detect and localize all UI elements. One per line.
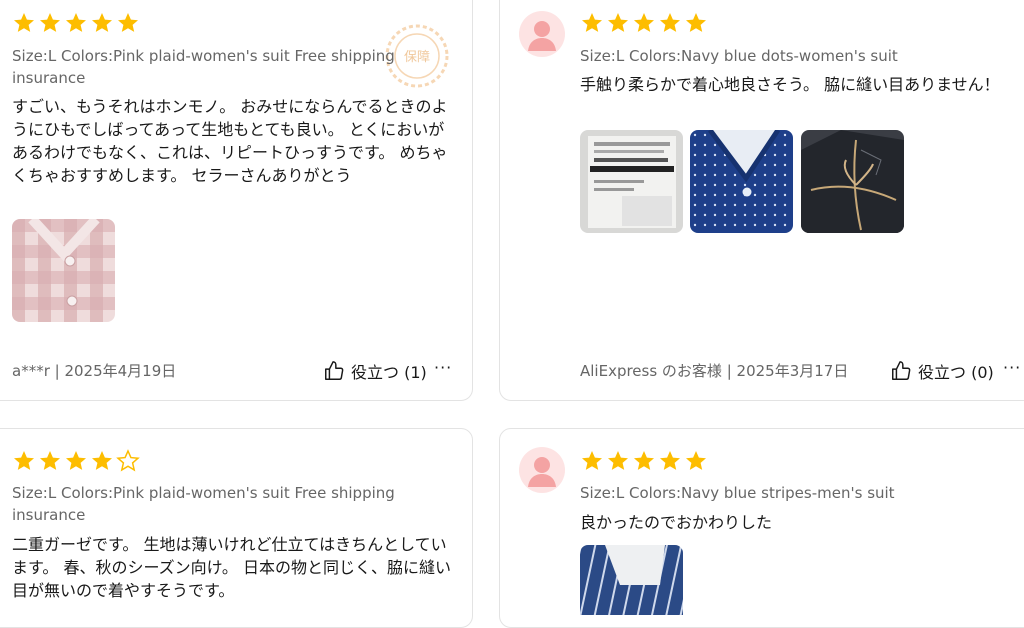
review-card: 保障 Size:L Colors:Pink plaid-women's suit… <box>0 0 473 401</box>
star-icon <box>118 13 138 32</box>
star-icon <box>660 451 680 470</box>
review-date: 2025年3月17日 <box>736 362 849 380</box>
star-icon <box>14 13 34 32</box>
star-icon <box>660 13 680 32</box>
more-icon[interactable]: ··· <box>434 358 452 377</box>
rating-stars <box>580 11 708 35</box>
navy-stripes-photo <box>580 545 683 615</box>
thumbs-up-icon <box>325 361 344 380</box>
variant-info: Size:L Colors:Navy blue dots-women's sui… <box>580 47 898 65</box>
star-icon <box>582 13 602 32</box>
star-icon <box>66 451 86 470</box>
helpful-button[interactable]: 役立つ (0) <box>890 359 994 383</box>
user-avatar-icon <box>519 11 565 57</box>
helpful-button[interactable]: 役立つ (1) <box>323 359 427 383</box>
review-text: 二重ガーゼです。 生地は薄いけれど仕立てはきちんとしています。 春、秋のシーズン… <box>12 535 451 600</box>
review-card: Size:L Colors:Navy blue stripes-men's su… <box>499 428 1024 628</box>
star-icon <box>634 13 654 32</box>
package-label-photo <box>580 130 683 233</box>
review-photo[interactable] <box>580 545 683 615</box>
pink-plaid-photo <box>12 219 115 322</box>
star-icon <box>686 13 706 32</box>
author-name: AliExpress のお客様 <box>580 362 722 380</box>
review-photo[interactable] <box>12 219 115 322</box>
review-meta: a***r | 2025年4月19日 <box>12 362 177 380</box>
helpful-label: 役立つ (0) <box>918 363 994 382</box>
star-icon <box>14 451 34 470</box>
review-date: 2025年4月19日 <box>64 362 177 380</box>
review-text: すごい、もうそれはホンモノ。 おみせにならんでるときのようにひもでしばってあって… <box>12 97 448 185</box>
star-outline-icon <box>116 449 140 472</box>
star-icon <box>686 451 706 470</box>
helpful-label: 役立つ (1) <box>351 363 427 382</box>
author-name: a***r <box>12 362 50 380</box>
variant-info: Size:L Colors:Navy blue stripes-men's su… <box>580 484 895 502</box>
star-icon <box>582 451 602 470</box>
rating-stars <box>12 449 140 473</box>
user-avatar-icon <box>519 447 565 493</box>
star-icon <box>40 13 60 32</box>
star-icon <box>608 13 628 32</box>
review-card: Size:L Colors:Pink plaid-women's suit Fr… <box>0 428 473 628</box>
review-text: 手触り柔らかで着心地良さそう。 脇に縫い目ありません！ <box>580 75 1000 94</box>
star-icon <box>634 451 654 470</box>
star-icon <box>66 13 86 32</box>
wrapped-package-photo <box>801 130 904 233</box>
review-photo[interactable] <box>580 130 683 233</box>
variant-info: Size:L Colors:Pink plaid-women's suit Fr… <box>12 484 395 524</box>
review-photo[interactable] <box>690 130 793 233</box>
star-icon <box>608 451 628 470</box>
rating-stars <box>12 11 140 35</box>
variant-info: Size:L Colors:Pink plaid-women's suit Fr… <box>12 47 395 87</box>
star-icon <box>92 451 112 470</box>
thumbs-up-icon <box>892 361 911 380</box>
review-photo[interactable] <box>801 130 904 233</box>
navy-dots-photo <box>690 130 793 233</box>
review-meta: AliExpress のお客様 | 2025年3月17日 <box>580 362 849 380</box>
more-icon[interactable]: ··· <box>1003 358 1021 377</box>
star-icon <box>92 13 112 32</box>
rating-stars <box>580 449 708 473</box>
review-text: 良かったのでおかわりした <box>580 513 773 532</box>
review-card: Size:L Colors:Navy blue dots-women's sui… <box>499 0 1024 401</box>
star-icon <box>40 451 60 470</box>
